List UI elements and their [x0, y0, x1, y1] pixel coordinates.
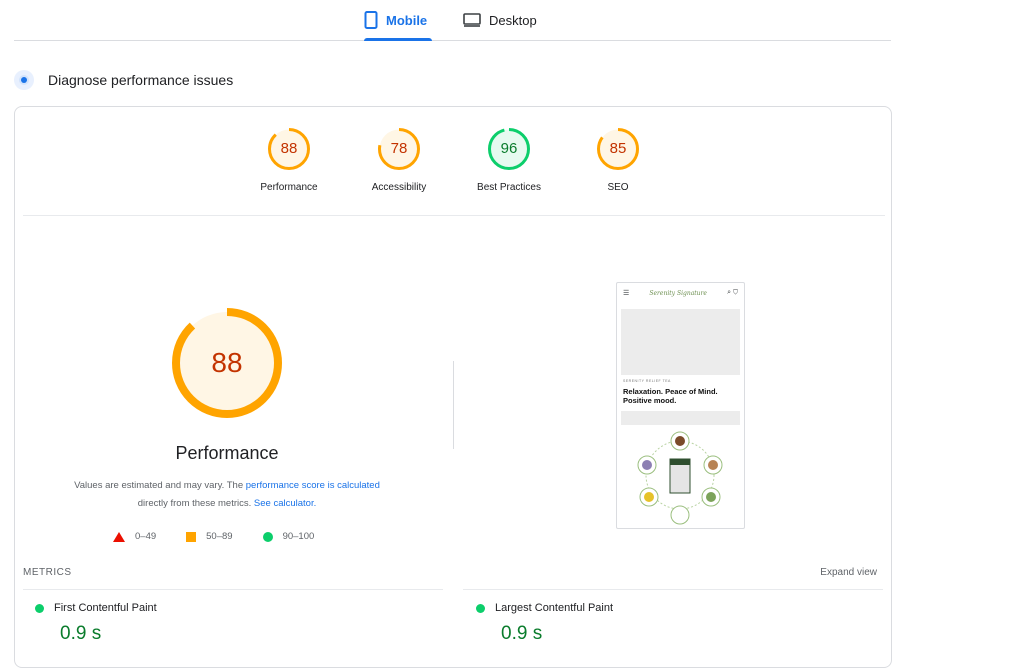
preview-ingredient-graphic: [637, 431, 723, 525]
divider: [463, 589, 883, 590]
gauge-label: Best Practices: [477, 182, 541, 193]
active-tab-indicator: [364, 38, 432, 41]
performance-description: Values are estimated and may vary. The p…: [45, 477, 409, 513]
desc-text-2: directly from these metrics.: [137, 498, 254, 509]
tab-desktop-label: Desktop: [489, 12, 537, 28]
divider: [23, 215, 885, 216]
gauge-score: 78: [390, 140, 408, 157]
gauge-score: 88: [280, 140, 298, 157]
legend-fail: 0–49: [113, 531, 156, 542]
page-screenshot-preview[interactable]: ☰ Serenity Signature ⌕ ⛉ SERENITY RELIEF…: [616, 282, 745, 529]
score-gauges: 88 Performance 78 Accessibility 96 Best …: [15, 127, 891, 207]
tab-desktop[interactable]: Desktop: [463, 0, 537, 40]
gauge-seo[interactable]: 85 SEO: [568, 127, 668, 193]
preview-header: ☰ Serenity Signature ⌕ ⛉: [617, 283, 744, 303]
monitor-icon: [463, 13, 481, 27]
gauge-score: 96: [500, 140, 518, 157]
gauge-label: SEO: [607, 182, 629, 193]
pass-dot-icon: [476, 603, 485, 613]
legend-average: 50–89: [186, 531, 233, 542]
score-calculated-link[interactable]: performance score is calculated: [246, 480, 380, 491]
circle-icon: [262, 531, 273, 542]
pass-dot-icon: [35, 603, 44, 613]
desc-text: Values are estimated and may vary. The: [74, 480, 246, 491]
preview-logo: Serenity Signature: [649, 289, 707, 297]
see-calculator-link[interactable]: See calculator.: [254, 498, 316, 509]
performance-title: Performance: [175, 443, 279, 463]
phone-icon: [364, 11, 378, 29]
legend-average-label: 50–89: [206, 531, 233, 542]
metric-fcp: First Contentful Paint: [35, 602, 157, 614]
vertical-divider: [453, 361, 454, 449]
performance-score: 88: [211, 347, 243, 378]
gauge-score: 85: [609, 140, 627, 157]
diagnose-icon: [14, 70, 34, 90]
diagnose-title: Diagnose performance issues: [48, 72, 234, 88]
metric-value: 0.9 s: [60, 623, 102, 644]
tab-mobile[interactable]: Mobile: [364, 0, 432, 41]
gauge-label: Performance: [260, 182, 318, 193]
preview-eyebrow: SERENITY RELIEF TEA: [623, 379, 671, 383]
metric-name: First Contentful Paint: [54, 602, 157, 614]
gauge-performance[interactable]: 88 Performance: [239, 127, 339, 193]
metric-name: Largest Contentful Paint: [495, 602, 614, 614]
score-legend: 0–49 50–89 90–100: [113, 531, 314, 542]
gauge-label: Accessibility: [371, 182, 427, 193]
gauge-best-practices[interactable]: 96 Best Practices: [459, 127, 559, 193]
legend-pass-label: 90–100: [282, 531, 315, 542]
metric-value: 0.9 s: [501, 623, 543, 644]
device-tabs: Mobile Desktop: [14, 0, 891, 41]
report-card: 88 Performance 78 Accessibility 96 Best …: [14, 106, 892, 668]
square-icon: [186, 531, 197, 542]
menu-icon: ☰: [623, 290, 630, 297]
legend-fail-label: 0–49: [135, 531, 157, 542]
tab-mobile-label: Mobile: [386, 12, 428, 28]
legend-pass: 90–100: [262, 531, 315, 542]
expand-view-button[interactable]: Expand view: [820, 567, 877, 578]
metrics-label: METRICS: [23, 567, 72, 578]
metric-lcp: Largest Contentful Paint: [476, 602, 613, 614]
preview-hero-image: [621, 309, 740, 375]
preview-band: [621, 411, 740, 425]
preview-headline: Relaxation. Peace of Mind. Positive mood…: [623, 387, 718, 405]
search-cart-icon: ⌕ ⛉: [727, 289, 738, 296]
performance-gauge: 88: [171, 307, 283, 419]
divider: [23, 589, 443, 590]
gauge-accessibility[interactable]: 78 Accessibility: [349, 127, 449, 193]
diagnose-header: Diagnose performance issues: [14, 70, 233, 90]
triangle-icon: [113, 531, 125, 542]
